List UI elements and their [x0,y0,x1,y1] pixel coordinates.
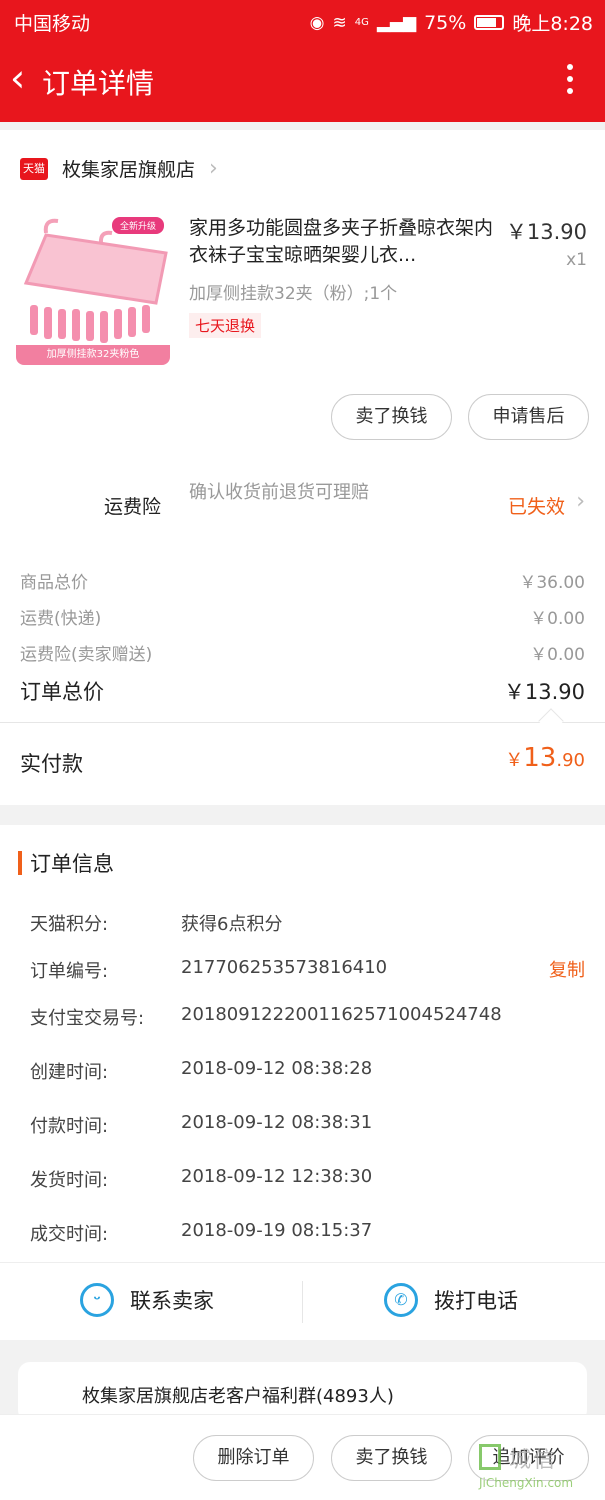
watermark-logo-icon [479,1444,501,1470]
status-bar: 中国移动 ◉ ≋ 4G ▂▄▆ 75% 晚上8:28 [0,0,605,42]
contact-seller-label: 联系卖家 [130,1289,214,1313]
more-menu-icon[interactable] [567,64,575,100]
price-value: ￥36.00 [519,573,585,593]
product-quantity: x1 [566,250,587,270]
signal-icon: ▂▄▆ [376,12,417,33]
info-label: 付款时间: [30,1116,109,1137]
info-label: 发货时间: [30,1170,109,1191]
customer-group-card[interactable]: 枚集家居旗舰店老客户福利群(4893人) [18,1362,587,1422]
eye-icon: ◉ [309,12,325,33]
price-row: 运费险(卖家赠送) ￥0.00 [20,640,585,665]
info-value: 2018-09-19 08:15:37 [181,1220,373,1241]
customer-group-name: 枚集家居旗舰店老客户福利群(4893人) [82,1386,394,1407]
chevron-right-icon[interactable]: › [576,489,585,514]
product-price: ￥13.90 [505,220,587,244]
price-row: 商品总价 ￥36.00 [20,568,585,593]
product-image-caption: 加厚侧挂款32夹粉色 [16,345,170,365]
back-arrow-icon[interactable]: ‹ [10,56,25,100]
page-title: 订单详情 [42,67,155,100]
return-policy-tag: 七天退换 [189,313,262,338]
title-bar: ‹ 订单详情 [0,52,605,112]
watermark-url: JiChengXin.com [479,1476,574,1490]
insurance-description: 确认收货前退货可理赔 [189,482,369,503]
price-value: ￥0.00 [530,609,585,629]
battery-icon [474,15,505,30]
chevron-right-icon: › [209,156,218,181]
order-info-header: 订单信息 [18,848,114,878]
paid-label: 实付款 [20,752,83,776]
order-total-row: 订单总价 ￥13.90 [20,676,585,706]
info-value: 2018-09-12 08:38:31 [181,1112,373,1133]
sell-button[interactable]: 卖了换钱 [331,1435,452,1481]
wifi-icon: ≋ [332,12,347,33]
paid-amount-decimal: .90 [556,750,585,771]
info-label: 订单编号: [30,961,109,982]
after-sale-button[interactable]: 申请售后 [468,394,589,440]
divider [302,1281,303,1323]
product-title[interactable]: 家用多功能圆盘多夹子折叠晾衣架内衣袜子宝宝晾晒架婴儿衣... [189,215,499,269]
insurance-label: 运费险 [104,496,162,518]
app-header: 中国移动 ◉ ≋ 4G ▂▄▆ 75% 晚上8:28 ‹ 订单详情 [0,0,605,122]
network-type: 4G [354,17,369,28]
info-value: 2018-09-12 08:38:28 [181,1058,373,1079]
store-name: 枚集家居旗舰店 [62,159,196,181]
info-value: 获得6点积分 [181,914,283,935]
price-label: 运费(快递) [20,609,102,629]
call-phone-label: 拨打电话 [434,1289,518,1313]
carrier-label: 中国移动 [14,13,91,35]
site-watermark: 城信 JiChengXin.com [479,1440,599,1496]
status-icons: ◉ ≋ 4G ▂▄▆ 75% 晚上8:28 [310,9,593,36]
chat-face-icon: ᵕ [80,1283,114,1317]
watermark-text: 城信 [509,1448,558,1473]
paid-amount-integer: 13 [523,743,557,773]
battery-percent: 75% [424,11,467,34]
contact-bar: ᵕ 联系卖家 ✆ 拨打电话 [0,1262,605,1340]
price-label: 运费险(卖家赠送) [20,645,153,665]
paid-amount: ￥13.90 [505,743,585,773]
contact-seller-button[interactable]: ᵕ 联系卖家 [80,1283,214,1317]
insurance-status[interactable]: 已失效 [508,492,565,519]
clothes-hanger-icon [23,218,168,343]
store-link[interactable]: 天猫 枚集家居旗舰店 › [20,155,218,182]
info-label: 创建时间: [30,1062,109,1083]
price-value: ￥0.00 [530,645,585,665]
product-spec: 加厚侧挂款32夹（粉）;1个 [189,284,398,304]
product-badge: 全新升级 [111,217,164,234]
price-row: 运费(快递) ￥0.00 [20,604,585,629]
info-value: 2018-09-12 12:38:30 [181,1166,373,1187]
copy-button[interactable]: 复制 [549,956,585,982]
sell-button[interactable]: 卖了换钱 [331,394,452,440]
clock: 晚上8:28 [512,13,593,35]
info-label: 天猫积分: [30,914,109,935]
phone-icon: ✆ [384,1283,418,1317]
info-label: 支付宝交易号: [30,1008,145,1029]
delete-order-button[interactable]: 删除订单 [193,1435,314,1481]
order-info-card [0,825,605,1262]
price-label: 商品总价 [20,573,88,593]
order-info-title: 订单信息 [30,852,114,876]
info-label: 成交时间: [30,1224,109,1245]
product-image[interactable]: 全新升级 加厚侧挂款32夹粉色 [16,213,170,365]
info-value: 217706253573816410 [181,957,388,978]
order-total-label: 订单总价 [20,680,104,704]
info-value: 2018091222001162571004524748 [181,1004,502,1025]
order-total-value: ￥13.90 [503,680,585,704]
divider [0,722,605,723]
currency-symbol: ￥ [505,750,524,771]
section-accent-bar [18,851,22,875]
tmall-logo-icon: 天猫 [20,157,48,180]
call-phone-button[interactable]: ✆ 拨打电话 [384,1283,518,1317]
